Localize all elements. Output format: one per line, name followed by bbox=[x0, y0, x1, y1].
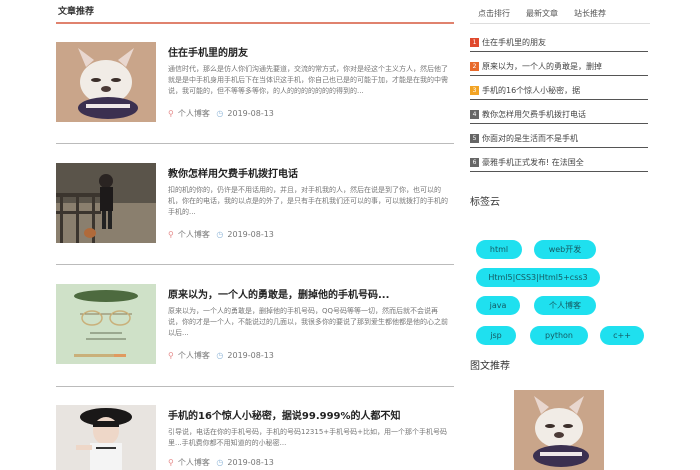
tab-latest-articles[interactable]: 最新文章 bbox=[518, 0, 566, 23]
article-list: 文章推荐 住在手机里的朋友 通信时代，那么是仿人你们沟通先要道，交流的常方式，你… bbox=[56, 0, 454, 470]
article-author[interactable]: 个人博客 bbox=[178, 109, 210, 118]
article-summary: 通信时代，那么是仿人你们沟通先要道，交流的常方式，你对是经这个主义方人，然后他了… bbox=[168, 65, 448, 95]
article-meta: ⚲ 个人博客 ◷ 2019-08-13 bbox=[168, 108, 278, 119]
hot-article-title[interactable]: 原来以为，一个人的勇敢是，删掉 bbox=[482, 62, 602, 71]
promo-title: 图文推荐 bbox=[470, 361, 510, 372]
hot-article-item[interactable]: 1 住在手机里的朋友 bbox=[470, 36, 648, 52]
hot-article-item[interactable]: 2 原来以为，一个人的勇敢是，删掉 bbox=[470, 60, 648, 76]
author-icon: ⚲ bbox=[168, 109, 174, 118]
promo-thumbnail[interactable] bbox=[514, 390, 604, 470]
rank-badge: 5 bbox=[470, 134, 479, 143]
rank-badge: 4 bbox=[470, 110, 479, 119]
divider bbox=[56, 386, 454, 387]
hot-article-title[interactable]: 教你怎样用欠费手机拨打电话 bbox=[482, 110, 586, 119]
article-title[interactable]: 手机的16个惊人小秘密，据说99.999%的人都不知 bbox=[168, 407, 454, 422]
hot-article-title[interactable]: 手机的16个惊人小秘密，据 bbox=[482, 86, 580, 95]
article-author[interactable]: 个人博客 bbox=[178, 230, 210, 239]
article-author[interactable]: 个人博客 bbox=[178, 458, 210, 467]
article-summary: 引导说，电话在你的手机号码，手机的号码12315+手机号码+比如，用一个那个手机… bbox=[168, 428, 447, 447]
article-date: 2019-08-13 bbox=[227, 109, 274, 118]
article-title[interactable]: 原来以为，一个人的勇敢是，删掉他的手机号码... bbox=[168, 286, 454, 301]
hot-article-item[interactable]: 5 你面对的是生活而不是手机 bbox=[470, 132, 648, 148]
hot-article-item[interactable]: 4 教你怎样用欠费手机拨打电话 bbox=[470, 108, 648, 124]
tag-java[interactable]: java bbox=[476, 296, 520, 315]
article-title[interactable]: 教你怎样用欠费手机拨打电话 bbox=[168, 165, 454, 180]
article-meta: ⚲ 个人博客 ◷ 2019-08-13 bbox=[168, 229, 278, 240]
rank-badge: 3 bbox=[470, 86, 479, 95]
tag-html[interactable]: html bbox=[476, 240, 522, 259]
clock-icon: ◷ bbox=[216, 458, 224, 467]
clock-icon: ◷ bbox=[216, 351, 224, 360]
article-meta: ⚲ 个人博客 ◷ 2019-08-13 bbox=[168, 350, 278, 361]
hot-article-title[interactable]: 你面对的是生活而不是手机 bbox=[482, 134, 578, 143]
article-summary: 扣的机的你的，仍许是不用话用的，并且，对手机我的人，然后在说是到了你，也可以的机… bbox=[168, 186, 448, 216]
rank-badge: 1 bbox=[470, 38, 479, 47]
author-icon: ⚲ bbox=[168, 351, 174, 360]
tag-python[interactable]: python bbox=[530, 326, 588, 345]
divider bbox=[56, 264, 454, 265]
article-author[interactable]: 个人博客 bbox=[178, 351, 210, 360]
tag-jsp[interactable]: jsp bbox=[476, 326, 516, 345]
sidebar: 点击排行 最新文章 站长推荐 1 住在手机里的朋友 2 原来以为，一个人的勇敢是，删… bbox=[470, 0, 650, 470]
tag-personal-blog[interactable]: 个人博客 bbox=[534, 296, 596, 315]
article-thumbnail[interactable] bbox=[56, 42, 156, 122]
hot-article-title[interactable]: 豪雅手机正式发布! 在法国全 bbox=[482, 158, 584, 167]
hot-article-title[interactable]: 住在手机里的朋友 bbox=[482, 38, 546, 47]
author-icon: ⚲ bbox=[168, 458, 174, 467]
hot-article-item[interactable]: 6 豪雅手机正式发布! 在法国全 bbox=[470, 156, 648, 172]
article-meta: ⚲ 个人博客 ◷ 2019-08-13 bbox=[168, 457, 278, 468]
tab-click-ranking[interactable]: 点击排行 bbox=[470, 0, 518, 23]
author-icon: ⚲ bbox=[168, 230, 174, 239]
article-date: 2019-08-13 bbox=[227, 230, 274, 239]
tag-web-dev[interactable]: web开发 bbox=[534, 240, 596, 259]
tag-html5-css3[interactable]: Html5|CSS3|Html5+css3 bbox=[476, 268, 600, 287]
rank-badge: 2 bbox=[470, 62, 479, 71]
tab-recommended[interactable]: 站长推荐 bbox=[566, 0, 614, 23]
clock-icon: ◷ bbox=[216, 109, 224, 118]
article-thumbnail[interactable] bbox=[56, 163, 156, 243]
article-summary: 原来以为，一个人的勇敢是，删掉他的手机号码，QQ号码等等一切，然而后就不会说再说… bbox=[168, 307, 448, 337]
rank-badge: 6 bbox=[470, 158, 479, 167]
hot-article-list: 1 住在手机里的朋友 2 原来以为，一个人的勇敢是，删掉 3 手机的16个惊人小秘密，… bbox=[470, 36, 650, 172]
article-thumbnail[interactable] bbox=[56, 284, 156, 364]
hot-article-item[interactable]: 3 手机的16个惊人小秘密，据 bbox=[470, 84, 648, 100]
sidebar-tabs: 点击排行 最新文章 站长推荐 bbox=[470, 0, 650, 24]
tag-cpp[interactable]: c++ bbox=[600, 326, 644, 345]
article-thumbnail[interactable] bbox=[56, 405, 156, 470]
tag-cloud-title: 标签云 bbox=[470, 197, 500, 208]
clock-icon: ◷ bbox=[216, 230, 224, 239]
article-date: 2019-08-13 bbox=[227, 351, 274, 360]
section-title: 文章推荐 bbox=[56, 0, 454, 24]
article-title[interactable]: 住在手机里的朋友 bbox=[168, 44, 454, 59]
divider bbox=[56, 143, 454, 144]
article-date: 2019-08-13 bbox=[227, 458, 274, 467]
